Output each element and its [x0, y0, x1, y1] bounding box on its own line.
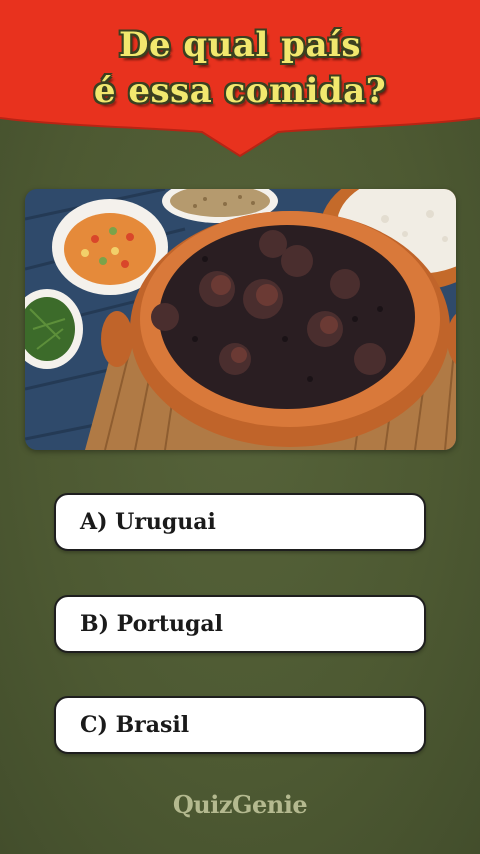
- question-title: De qual país é essa comida?: [0, 22, 480, 114]
- question-title-line1: De qual país: [118, 25, 362, 65]
- header-banner: De qual país é essa comida?: [0, 0, 480, 160]
- answer-option-c-label: C) Brasil: [80, 712, 190, 738]
- answer-option-b-label: B) Portugal: [80, 611, 224, 637]
- question-title-line2: é essa comida?: [93, 71, 387, 111]
- food-photo: [25, 189, 456, 450]
- brand-watermark: QuizGenie: [172, 790, 308, 819]
- answer-option-a[interactable]: A) Uruguai: [54, 493, 426, 551]
- answer-option-c[interactable]: C) Brasil: [54, 696, 426, 754]
- answer-option-a-label: A) Uruguai: [80, 509, 216, 535]
- answer-option-b[interactable]: B) Portugal: [54, 595, 426, 653]
